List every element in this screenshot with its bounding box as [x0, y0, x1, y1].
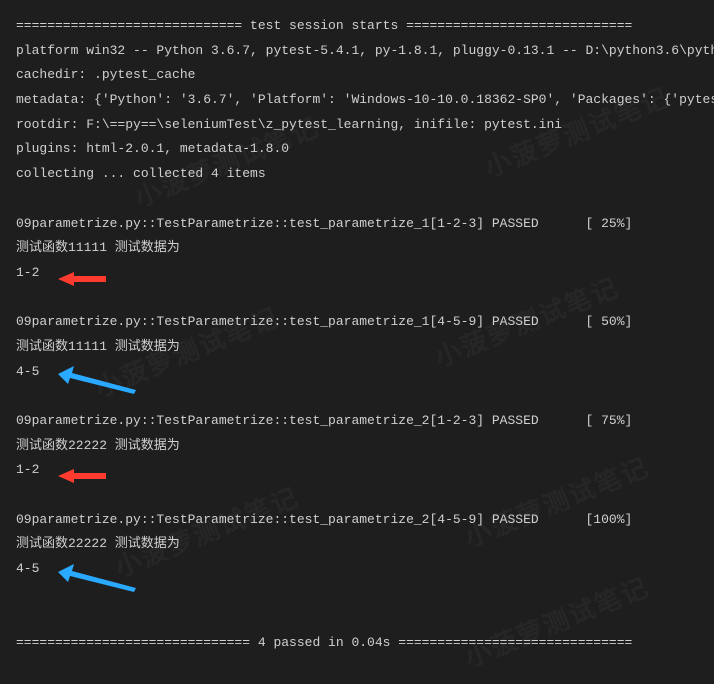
- test-output: 测试函数22222 测试数据为: [16, 434, 698, 459]
- cachedir-line: cachedir: .pytest_cache: [16, 63, 698, 88]
- test-output: 测试函数11111 测试数据为: [16, 335, 698, 360]
- test-value: 4-5: [16, 557, 698, 582]
- test-line: 09parametrize.py::TestParametrize::test_…: [16, 212, 698, 237]
- test-line: 09parametrize.py::TestParametrize::test_…: [16, 508, 698, 533]
- rootdir-line: rootdir: F:\==py==\seleniumTest\z_pytest…: [16, 113, 698, 138]
- test-output: 测试函数11111 测试数据为: [16, 236, 698, 261]
- test-result: 09parametrize.py::TestParametrize::test_…: [16, 212, 698, 286]
- test-result: 09parametrize.py::TestParametrize::test_…: [16, 508, 698, 582]
- test-result: 09parametrize.py::TestParametrize::test_…: [16, 409, 698, 483]
- session-header: ============================= test sessi…: [16, 14, 698, 39]
- footer-summary: ============================== 4 passed …: [16, 631, 698, 656]
- plugins-line: plugins: html-2.0.1, metadata-1.8.0: [16, 137, 698, 162]
- test-line: 09parametrize.py::TestParametrize::test_…: [16, 409, 698, 434]
- test-line: 09parametrize.py::TestParametrize::test_…: [16, 310, 698, 335]
- blank: [16, 384, 698, 409]
- blank: [16, 582, 698, 607]
- platform-line: platform win32 -- Python 3.6.7, pytest-5…: [16, 39, 698, 64]
- test-value: 1-2: [16, 458, 698, 483]
- test-value: 1-2: [16, 261, 698, 286]
- blank: [16, 286, 698, 311]
- collecting-line: collecting ... collected 4 items: [16, 162, 698, 187]
- test-result: 09parametrize.py::TestParametrize::test_…: [16, 310, 698, 384]
- metadata-line: metadata: {'Python': '3.6.7', 'Platform'…: [16, 88, 698, 113]
- blank: [16, 187, 698, 212]
- test-value: 4-5: [16, 360, 698, 385]
- blank: [16, 483, 698, 508]
- blank: [16, 607, 698, 632]
- test-output: 测试函数22222 测试数据为: [16, 532, 698, 557]
